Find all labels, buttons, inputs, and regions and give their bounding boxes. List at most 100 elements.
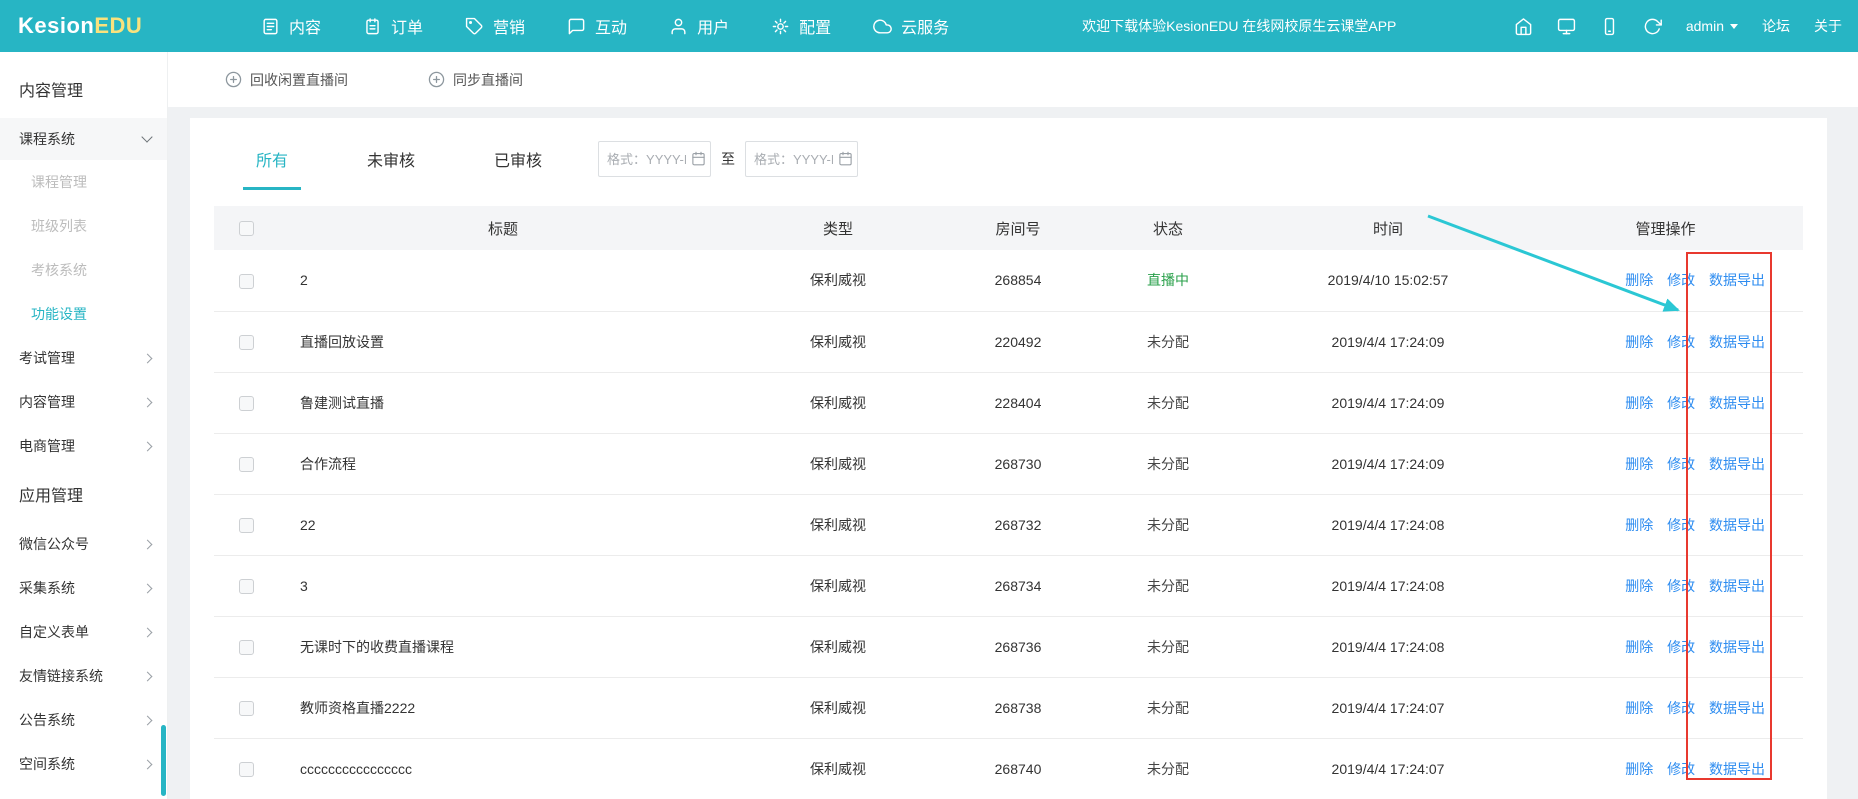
row-checkbox[interactable]: [239, 396, 254, 411]
tab-all[interactable]: 所有: [256, 128, 288, 190]
sidebar-item-friend-links[interactable]: 友情链接系统: [0, 654, 167, 698]
export-link[interactable]: 数据导出: [1709, 272, 1765, 288]
row-room: 228404: [948, 372, 1088, 433]
export-link[interactable]: 数据导出: [1709, 395, 1765, 411]
sidebar-item-assessment[interactable]: 考核系统: [0, 248, 167, 292]
edit-link[interactable]: 修改: [1667, 578, 1695, 594]
sidebar-item-content-manage[interactable]: 内容管理: [0, 380, 167, 424]
sidebar-item-course-manage[interactable]: 课程管理: [0, 160, 167, 204]
edit-link[interactable]: 修改: [1667, 700, 1695, 716]
export-link[interactable]: 数据导出: [1709, 456, 1765, 472]
home-icon[interactable]: [1514, 17, 1533, 36]
date-to-field[interactable]: [745, 141, 858, 177]
delete-link[interactable]: 删除: [1625, 517, 1653, 533]
sync-rooms-button[interactable]: 同步直播间: [428, 70, 523, 90]
edit-link[interactable]: 修改: [1667, 639, 1695, 655]
interaction-icon: [567, 17, 586, 36]
delete-link[interactable]: 删除: [1625, 700, 1653, 716]
sidebar-item-label: 自定义表单: [19, 622, 89, 642]
nav-item-marketing[interactable]: 营销: [444, 0, 546, 52]
export-link[interactable]: 数据导出: [1709, 578, 1765, 594]
export-link[interactable]: 数据导出: [1709, 639, 1765, 655]
chevron-right-icon: [143, 397, 153, 407]
cloud-icon: [873, 17, 892, 36]
row-checkbox[interactable]: [239, 579, 254, 594]
edit-link[interactable]: 修改: [1667, 272, 1695, 288]
table-row: 合作流程 保利威视 268730 未分配 2019/4/4 17:24:09 删…: [214, 433, 1803, 494]
status-badge: 未分配: [1147, 761, 1189, 777]
delete-link[interactable]: 删除: [1625, 639, 1653, 655]
sidebar-item-collection[interactable]: 采集系统: [0, 566, 167, 610]
sidebar-item-label: 内容管理: [19, 392, 75, 412]
row-checkbox[interactable]: [239, 640, 254, 655]
nav-item-content[interactable]: 内容: [240, 0, 342, 52]
forum-link[interactable]: 论坛: [1762, 16, 1790, 36]
delete-link[interactable]: 删除: [1625, 578, 1653, 594]
sidebar-item-exam-manage[interactable]: 考试管理: [0, 336, 167, 380]
date-from-field[interactable]: [598, 141, 711, 177]
edit-link[interactable]: 修改: [1667, 456, 1695, 472]
sidebar-item-course-system[interactable]: 课程系统: [0, 118, 167, 160]
row-title: 教师资格直播2222: [278, 677, 728, 738]
nav-label: 订单: [391, 14, 423, 38]
delete-link[interactable]: 删除: [1625, 761, 1653, 777]
row-checkbox[interactable]: [239, 701, 254, 716]
export-link[interactable]: 数据导出: [1709, 517, 1765, 533]
edit-link[interactable]: 修改: [1667, 517, 1695, 533]
calendar-icon[interactable]: [691, 151, 706, 166]
page-toolbar: 回收闲置直播间 同步直播间: [168, 52, 1858, 107]
calendar-icon[interactable]: [838, 151, 853, 166]
delete-link[interactable]: 删除: [1625, 272, 1653, 288]
chevron-right-icon: [143, 539, 153, 549]
sidebar-item-space[interactable]: 空间系统: [0, 742, 167, 786]
export-link[interactable]: 数据导出: [1709, 334, 1765, 350]
nav-item-settings[interactable]: 配置: [750, 0, 852, 52]
sidebar-item-class-list[interactable]: 班级列表: [0, 204, 167, 248]
status-badge: 未分配: [1147, 639, 1189, 655]
edit-link[interactable]: 修改: [1667, 395, 1695, 411]
content-card: 所有 未审核 已审核 至 标题 类型 房间号 状态: [190, 118, 1827, 799]
marketing-icon: [465, 17, 484, 36]
nav-item-interaction[interactable]: 互动: [546, 0, 648, 52]
row-checkbox[interactable]: [239, 762, 254, 777]
monitor-icon[interactable]: [1557, 17, 1576, 36]
sidebar-item-function-settings[interactable]: 功能设置: [0, 292, 167, 336]
select-all-checkbox[interactable]: [239, 221, 254, 236]
tab-reviewed[interactable]: 已审核: [494, 128, 542, 190]
row-checkbox[interactable]: [239, 457, 254, 472]
button-label: 回收闲置直播间: [250, 70, 348, 90]
row-checkbox[interactable]: [239, 335, 254, 350]
export-link[interactable]: 数据导出: [1709, 700, 1765, 716]
row-time: 2019/4/4 17:24:08: [1248, 494, 1528, 555]
delete-link[interactable]: 删除: [1625, 456, 1653, 472]
row-checkbox[interactable]: [239, 518, 254, 533]
row-type: 保利威视: [728, 250, 948, 311]
tab-unreviewed[interactable]: 未审核: [367, 128, 415, 190]
top-nav: 内容 订单 营销 互动 用户 配置 云服务: [240, 0, 970, 52]
table-header-row: 标题 类型 房间号 状态 时间 管理操作: [214, 206, 1803, 250]
recycle-idle-rooms-button[interactable]: 回收闲置直播间: [225, 70, 348, 90]
export-link[interactable]: 数据导出: [1709, 761, 1765, 777]
sidebar-item-announcement[interactable]: 公告系统: [0, 698, 167, 742]
nav-item-cloud[interactable]: 云服务: [852, 0, 970, 52]
row-time: 2019/4/4 17:24:09: [1248, 433, 1528, 494]
welcome-text: 欢迎下载体验KesionEDU 在线网校原生云课堂APP: [1082, 16, 1396, 36]
mobile-icon[interactable]: [1600, 17, 1619, 36]
nav-item-users[interactable]: 用户: [648, 0, 750, 52]
edit-link[interactable]: 修改: [1667, 761, 1695, 777]
nav-label: 用户: [697, 14, 729, 38]
date-separator: 至: [721, 149, 735, 169]
nav-item-orders[interactable]: 订单: [342, 0, 444, 52]
sidebar-item-ecommerce-manage[interactable]: 电商管理: [0, 424, 167, 468]
refresh-icon[interactable]: [1643, 17, 1662, 36]
admin-menu[interactable]: admin: [1686, 18, 1738, 34]
sidebar-item-custom-form[interactable]: 自定义表单: [0, 610, 167, 654]
edit-link[interactable]: 修改: [1667, 334, 1695, 350]
sidebar-scrollbar[interactable]: [161, 725, 166, 796]
about-link[interactable]: 关于: [1814, 16, 1842, 36]
row-type: 保利威视: [728, 738, 948, 799]
sidebar-item-wechat[interactable]: 微信公众号: [0, 522, 167, 566]
delete-link[interactable]: 删除: [1625, 334, 1653, 350]
delete-link[interactable]: 删除: [1625, 395, 1653, 411]
row-checkbox[interactable]: [239, 274, 254, 289]
